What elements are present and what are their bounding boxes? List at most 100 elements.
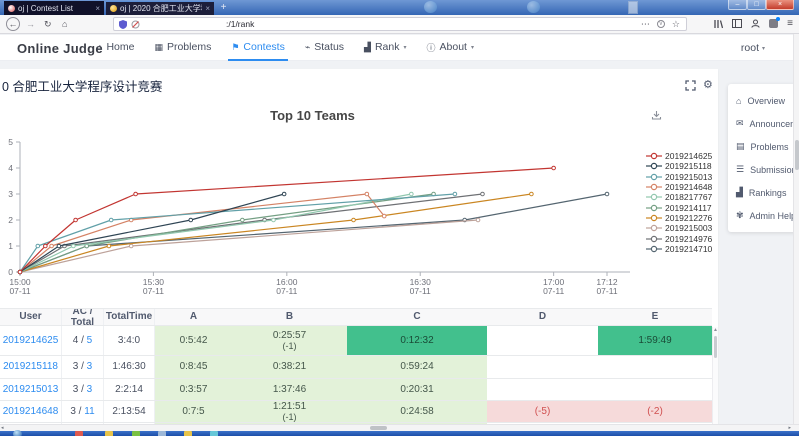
user-link[interactable]: 2019215013: [3, 384, 59, 396]
extension-icon[interactable]: [769, 19, 778, 28]
user-link[interactable]: 2019214625: [3, 335, 59, 347]
menu-icon[interactable]: ≡: [787, 18, 793, 29]
window-titlebar: oj | Contest List × oj | 2020 合肥工业大学程 × …: [0, 0, 799, 15]
podium-icon: ▟: [736, 187, 743, 198]
trophy-icon: ⚑: [231, 42, 239, 53]
tab-title: oj | 2020 合肥工业大学程: [120, 3, 202, 14]
legend-item[interactable]: 2019214625: [646, 151, 712, 161]
total-count: 3: [87, 384, 93, 395]
submission-time: 1:59:49: [638, 335, 671, 347]
shield-icon[interactable]: [119, 20, 127, 29]
ac-total-value: 3 / 11: [70, 406, 94, 418]
new-tab-button[interactable]: +: [217, 2, 230, 14]
back-button[interactable]: ←: [6, 17, 20, 31]
problem-cell-a: 0:8:45: [155, 356, 232, 378]
blocked-content-icon[interactable]: [131, 20, 140, 29]
fullscreen-icon[interactable]: [685, 80, 696, 91]
chevron-down-icon: ▾: [762, 45, 765, 52]
pocket-icon[interactable]: v: [657, 20, 665, 28]
sidebar-item-announcement[interactable]: ✉Announcement: [728, 112, 799, 135]
sidebar-item-problems[interactable]: ▤Problems: [728, 135, 799, 158]
taskbar-app-icon[interactable]: [105, 431, 113, 436]
svg-text:07-11: 07-11: [596, 286, 617, 296]
sidebar-item-admin-helper[interactable]: ✾Admin Helper: [728, 204, 799, 227]
close-button[interactable]: ×: [766, 0, 794, 10]
table-header-totaltime: TotalTime: [104, 309, 155, 325]
scrollbar-thumb[interactable]: [370, 426, 387, 430]
legend-item[interactable]: 2019214648: [646, 182, 712, 192]
taskbar-app-icon[interactable]: [184, 431, 192, 436]
legend-item[interactable]: 2019214117: [646, 202, 712, 212]
legend-label: 2019214710: [665, 244, 712, 254]
sidebar-toggle-icon[interactable]: [732, 19, 742, 28]
nav-item-status[interactable]: ⌁Status: [302, 35, 347, 61]
table-header-b: B: [232, 309, 347, 325]
taskbar-app-icon[interactable]: [75, 431, 83, 436]
forward-button[interactable]: →: [26, 19, 35, 29]
library-icon[interactable]: [713, 19, 723, 29]
user-menu[interactable]: root ▾: [741, 42, 765, 54]
legend-item[interactable]: 2019215013: [646, 172, 712, 182]
scroll-up-icon[interactable]: ▲: [713, 327, 718, 334]
problem-cell-a: 0:3:57: [155, 379, 232, 400]
grid-icon: ▦: [154, 42, 163, 53]
total-time-value: 3:4:0: [104, 326, 155, 355]
problem-cell-a: 0:5:42: [155, 326, 232, 355]
submission-time: 1:37:46: [273, 384, 306, 396]
sidebar-item-label: Submissions: [750, 165, 799, 175]
taskbar-app-icon[interactable]: [158, 431, 166, 436]
start-button[interactable]: [13, 430, 22, 436]
submission-time: 0:7:5: [182, 406, 204, 418]
tab-close-icon[interactable]: ×: [205, 4, 210, 13]
reload-button[interactable]: ↻: [44, 19, 52, 30]
nav-item-rank[interactable]: ▟Rank▾: [361, 35, 409, 61]
total-count: 11: [84, 406, 94, 417]
submission-time: 0:38:21: [273, 361, 306, 373]
page-actions-icon[interactable]: ⋯: [641, 19, 650, 30]
submission-time: 0:8:45: [180, 361, 208, 373]
legend-item[interactable]: 2019214710: [646, 244, 712, 254]
legend-label: 2019214648: [665, 182, 712, 192]
ac-total-value: 4 / 5: [73, 335, 92, 347]
nav-item-about[interactable]: ⓘAbout▾: [424, 35, 477, 61]
sidebar-item-submissions[interactable]: ☰Submissions: [728, 158, 799, 181]
nav-item-home[interactable]: ⌂Home: [94, 35, 137, 61]
legend-item[interactable]: 2019212276: [646, 213, 712, 223]
nav-item-problems[interactable]: ▦Problems: [151, 35, 214, 61]
legend-marker-icon: [646, 173, 662, 181]
gear-icon[interactable]: ⚙: [703, 80, 713, 91]
legend-item[interactable]: 2019214976: [646, 233, 712, 243]
home-button[interactable]: ⌂: [62, 19, 67, 29]
browser-tab-contest-list[interactable]: oj | Contest List ×: [4, 1, 104, 15]
table-scrollbar[interactable]: ▲: [712, 327, 718, 424]
page-vertical-scrollbar[interactable]: [793, 34, 799, 424]
account-icon[interactable]: [751, 19, 760, 28]
minimize-button[interactable]: –: [728, 0, 747, 10]
taskbar-app-icon[interactable]: [210, 431, 218, 436]
svg-text:07-11: 07-11: [276, 286, 297, 296]
nav-item-contests[interactable]: ⚑Contests: [228, 35, 288, 61]
legend-item[interactable]: 2019215003: [646, 223, 712, 233]
tab-close-icon[interactable]: ×: [95, 4, 100, 13]
maximize-button[interactable]: □: [747, 0, 766, 10]
table-header-ac-total: AC / Total: [62, 309, 104, 325]
url-bar[interactable]: :/1/rank ⋯ v ☆: [113, 17, 687, 31]
browser-tab-contest-rank[interactable]: oj | 2020 合肥工业大学程 ×: [106, 1, 214, 15]
download-icon[interactable]: [651, 110, 662, 121]
page-horizontal-scrollbar[interactable]: ◂ ▸: [0, 424, 799, 431]
submission-time: (-5): [535, 406, 551, 418]
user-link[interactable]: 2019215118: [3, 361, 58, 373]
announcement-icon: ✉: [736, 118, 744, 129]
bookmark-star-icon[interactable]: ☆: [672, 19, 680, 30]
problem-cell-e: [598, 356, 712, 378]
sidebar-item-overview[interactable]: ⌂Overview: [728, 89, 799, 112]
legend-item[interactable]: 2019215118: [646, 161, 712, 171]
site-logo[interactable]: Online Judge: [17, 41, 103, 56]
taskbar-app-icon[interactable]: [132, 431, 140, 436]
user-link[interactable]: 2019214648: [3, 406, 59, 418]
nav-item-label: About: [440, 41, 467, 53]
legend-item[interactable]: 2018217767: [646, 192, 712, 202]
sidebar-item-rankings[interactable]: ▟Rankings: [728, 181, 799, 204]
scrollbar-thumb[interactable]: [714, 336, 717, 358]
scrollbar-thumb[interactable]: [795, 140, 799, 170]
